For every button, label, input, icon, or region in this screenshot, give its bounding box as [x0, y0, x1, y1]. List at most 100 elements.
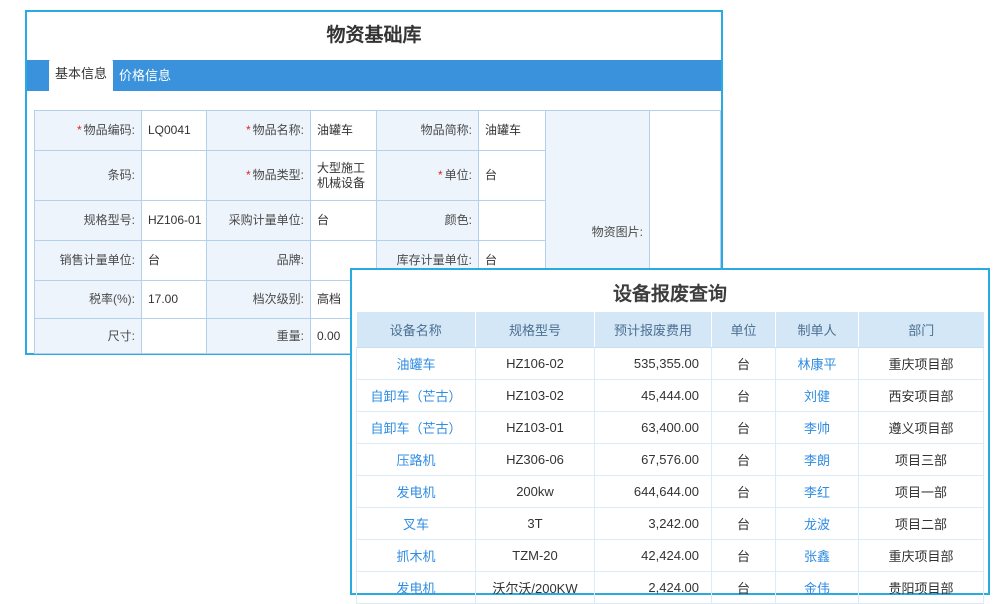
form-label-item-code: *物品编码:	[35, 111, 142, 151]
required-marker: *	[77, 123, 82, 138]
unit: 台	[712, 444, 776, 476]
scrap-cost: 45,444.00	[595, 380, 712, 412]
form-label-text: 档次级别:	[253, 292, 304, 307]
form-label-text: 物品简称:	[421, 123, 472, 138]
required-marker: *	[246, 123, 251, 138]
creator-link[interactable]: 李帅	[776, 412, 859, 444]
department: 项目一部	[859, 476, 984, 508]
form-label-text: 物品类型:	[253, 168, 304, 183]
unit: 台	[712, 380, 776, 412]
table-header-row: 设备名称 规格型号 预计报废费用 单位 制单人 部门	[357, 312, 984, 348]
form-label-text: 品牌:	[277, 253, 304, 268]
spec-model: HZ103-01	[476, 412, 595, 444]
page-title: 物资基础库	[27, 20, 721, 47]
creator-link[interactable]: 张鑫	[776, 540, 859, 572]
unit: 台	[712, 476, 776, 508]
scrap-cost: 67,576.00	[595, 444, 712, 476]
creator-link[interactable]: 李朗	[776, 444, 859, 476]
scrap-query-title: 设备报废查询	[352, 279, 988, 306]
form-value-item-code: LQ0041	[142, 111, 207, 151]
form-label-text: 颜色:	[445, 213, 472, 228]
form-value-unit: 台	[479, 151, 546, 201]
department: 重庆项目部	[859, 540, 984, 572]
form-value-item-type: 大型施工机械设备	[311, 151, 377, 201]
spec-model: HZ106-02	[476, 348, 595, 380]
creator-link[interactable]: 金伟	[776, 572, 859, 604]
department: 西安项目部	[859, 380, 984, 412]
creator-link[interactable]: 龙波	[776, 508, 859, 540]
department: 项目二部	[859, 508, 984, 540]
device-name-link[interactable]: 压路机	[357, 444, 476, 476]
scrap-query-window: 设备报废查询 设备名称 规格型号 预计报废费用 单位 制单人 部门 油罐车HZ1…	[350, 268, 990, 595]
creator-link[interactable]: 刘健	[776, 380, 859, 412]
form-label-weight: 重量:	[207, 319, 311, 354]
unit: 台	[712, 540, 776, 572]
form-label-dimensions: 尺寸:	[35, 319, 142, 354]
scrap-cost: 2,424.00	[595, 572, 712, 604]
spec-model: HZ103-02	[476, 380, 595, 412]
form-label-text: 尺寸:	[108, 329, 135, 344]
required-marker: *	[246, 168, 251, 183]
scrap-cost: 535,355.00	[595, 348, 712, 380]
form-label-text: 物品名称:	[253, 123, 304, 138]
table-row: 压路机HZ306-0667,576.00台李朗项目三部	[357, 444, 984, 476]
form-label-text: 规格型号:	[84, 213, 135, 228]
table-row: 叉车3T3,242.00台龙波项目二部	[357, 508, 984, 540]
spec-model: HZ306-06	[476, 444, 595, 476]
device-name-link[interactable]: 抓木机	[357, 540, 476, 572]
form-label-text: 物品编码:	[84, 123, 135, 138]
form-label-text: 条码:	[108, 168, 135, 183]
table-row: 油罐车HZ106-02535,355.00台林康平重庆项目部	[357, 348, 984, 380]
table-row: 发电机沃尔沃/200KW2,424.00台金伟贵阳项目部	[357, 572, 984, 604]
department: 重庆项目部	[859, 348, 984, 380]
table-row: 抓木机TZM-2042,424.00台张鑫重庆项目部	[357, 540, 984, 572]
form-label-brand: 品牌:	[207, 241, 311, 281]
form-label-text: 采购计量单位:	[229, 213, 304, 228]
creator-link[interactable]: 林康平	[776, 348, 859, 380]
table-row: 发电机200kw644,644.00台李红项目一部	[357, 476, 984, 508]
table-row: 自卸车（芒古）HZ103-0245,444.00台刘健西安项目部	[357, 380, 984, 412]
table-row: 自卸车（芒古）HZ103-0163,400.00台李帅遵义项目部	[357, 412, 984, 444]
device-name-link[interactable]: 自卸车（芒古）	[357, 380, 476, 412]
spec-model: 3T	[476, 508, 595, 540]
unit: 台	[712, 508, 776, 540]
form-label-tax-rate: 税率(%):	[35, 281, 142, 319]
form-label-text: 库存计量单位:	[397, 253, 472, 268]
device-name-link[interactable]: 自卸车（芒古）	[357, 412, 476, 444]
form-value-tax-rate: 17.00	[142, 281, 207, 319]
form-value-dimensions	[142, 319, 207, 354]
form-value-color	[479, 201, 546, 241]
unit: 台	[712, 572, 776, 604]
col-header-device-name: 设备名称	[357, 312, 476, 348]
scrap-cost: 3,242.00	[595, 508, 712, 540]
form-value-item-short-name: 油罐车	[479, 111, 546, 151]
form-label-spec-model: 规格型号:	[35, 201, 142, 241]
form-label-grade-level: 档次级别:	[207, 281, 311, 319]
tab-basic-info[interactable]: 基本信息	[49, 57, 113, 91]
form-label-color: 颜色:	[377, 201, 479, 241]
form-label-item-short-name: 物品简称:	[377, 111, 479, 151]
device-name-link[interactable]: 叉车	[357, 508, 476, 540]
unit: 台	[712, 348, 776, 380]
form-value-sales-unit: 台	[142, 241, 207, 281]
department: 贵阳项目部	[859, 572, 984, 604]
tab-bar: 基本信息 价格信息	[27, 60, 721, 91]
device-name-link[interactable]: 油罐车	[357, 348, 476, 380]
form-label-sales-unit: 销售计量单位:	[35, 241, 142, 281]
col-header-spec-model: 规格型号	[476, 312, 595, 348]
tab-price-info[interactable]: 价格信息	[113, 60, 177, 91]
device-name-link[interactable]: 发电机	[357, 476, 476, 508]
spec-model: TZM-20	[476, 540, 595, 572]
form-label-purchase-unit: 采购计量单位:	[207, 201, 311, 241]
spec-model: 200kw	[476, 476, 595, 508]
col-header-unit: 单位	[712, 312, 776, 348]
form-label-item-name: *物品名称:	[207, 111, 311, 151]
scrap-table: 设备名称 规格型号 预计报废费用 单位 制单人 部门 油罐车HZ106-0253…	[356, 312, 984, 604]
form-value-purchase-unit: 台	[311, 201, 377, 241]
device-name-link[interactable]: 发电机	[357, 572, 476, 604]
scrap-cost: 42,424.00	[595, 540, 712, 572]
creator-link[interactable]: 李红	[776, 476, 859, 508]
col-header-creator: 制单人	[776, 312, 859, 348]
form-label-barcode: 条码:	[35, 151, 142, 201]
department: 项目三部	[859, 444, 984, 476]
